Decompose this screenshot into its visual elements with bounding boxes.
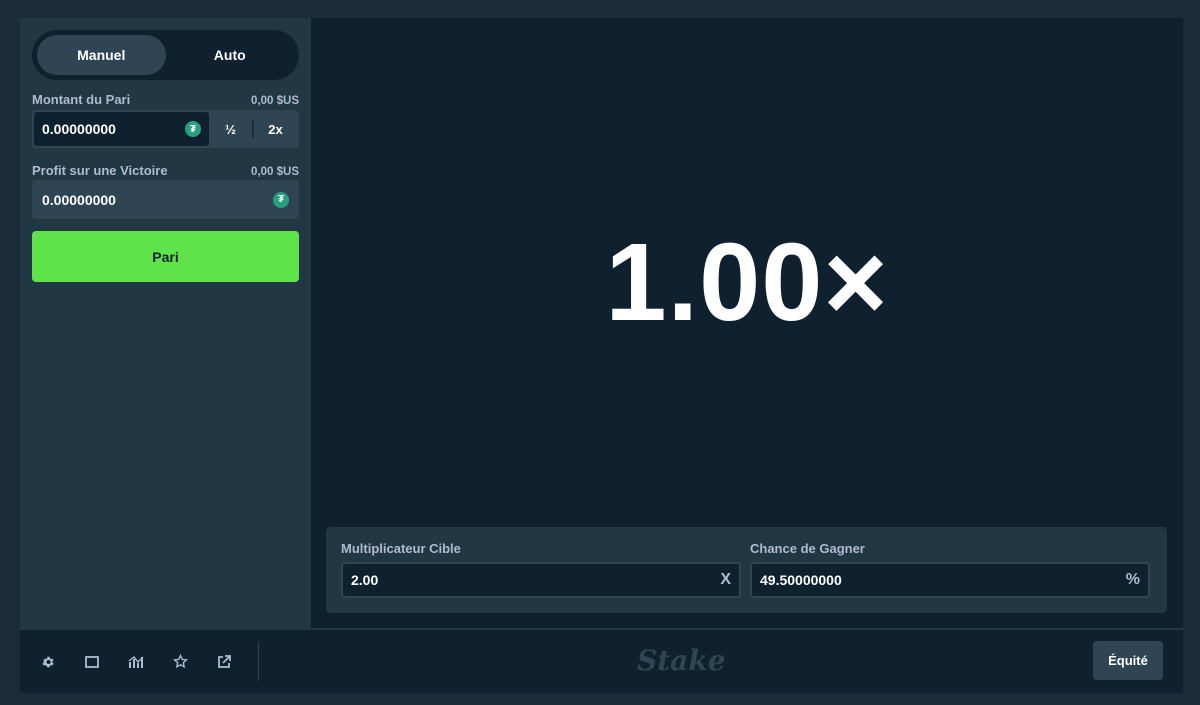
win-chance-control: Chance de Gagner 49.50000000 % <box>750 541 1150 598</box>
theatre-mode-icon[interactable] <box>84 654 100 670</box>
target-multiplier-control: Multiplicateur Cible 2.00 X <box>341 541 741 598</box>
game-frame: Manuel Auto Montant du Pari 0,00 $US 0.0… <box>20 18 1183 693</box>
footer-divider <box>258 642 259 681</box>
fairness-button[interactable]: Équité <box>1093 641 1163 680</box>
game-footer: Stake Équité <box>20 630 1183 693</box>
win-chance-value: 49.50000000 <box>760 572 842 588</box>
tether-coin-icon: ₮ <box>273 191 289 208</box>
bet-amount-input[interactable]: 0.00000000 ₮ <box>34 112 209 146</box>
bet-sidebar: Manuel Auto Montant du Pari 0,00 $US 0.0… <box>20 18 311 628</box>
percent-icon: % <box>1125 571 1140 588</box>
popout-icon[interactable] <box>216 654 232 670</box>
target-multiplier-input[interactable]: 2.00 X <box>341 562 741 598</box>
tab-auto[interactable]: Auto <box>166 35 295 75</box>
bet-amount-label: Montant du Pari <box>32 92 131 107</box>
double-bet-button[interactable]: 2x <box>254 112 297 146</box>
bet-amount-usd: 0,00 $US <box>251 95 299 107</box>
profit-label-row: Profit sur une Victoire 0,00 $US <box>32 163 299 178</box>
mode-toggle: Manuel Auto <box>32 30 299 80</box>
live-stats-icon[interactable] <box>128 654 144 670</box>
clear-x-icon[interactable]: X <box>720 571 731 589</box>
settings-icon[interactable] <box>40 654 56 670</box>
game-area: 1.00× Multiplicateur Cible 2.00 X Chance… <box>311 18 1183 628</box>
tab-manual[interactable]: Manuel <box>37 35 166 75</box>
profit-label: Profit sur une Victoire <box>32 163 168 178</box>
half-bet-button[interactable]: ½ <box>209 112 252 146</box>
bet-amount-value: 0.00000000 <box>42 121 116 137</box>
tether-coin-icon: ₮ <box>185 121 201 137</box>
win-chance-label: Chance de Gagner <box>750 541 865 556</box>
bet-amount-label-row: Montant du Pari 0,00 $US <box>32 92 299 107</box>
profit-field: 0.00000000 ₮ <box>32 180 299 219</box>
bet-button[interactable]: Pari <box>32 231 299 282</box>
win-chance-input[interactable]: 49.50000000 % <box>750 562 1150 598</box>
stake-logo: Stake <box>637 644 726 677</box>
profit-value: 0.00000000 <box>42 191 116 208</box>
favorite-star-icon[interactable] <box>172 654 188 670</box>
bet-amount-group: 0.00000000 ₮ ½ 2x <box>32 110 299 148</box>
footer-icon-bar <box>40 630 232 693</box>
game-controls: Multiplicateur Cible 2.00 X Chance de Ga… <box>326 527 1167 613</box>
target-multiplier-value: 2.00 <box>351 572 379 588</box>
profit-usd: 0,00 $US <box>251 166 299 178</box>
target-multiplier-label: Multiplicateur Cible <box>341 541 461 556</box>
result-multiplier: 1.00× <box>605 221 889 344</box>
